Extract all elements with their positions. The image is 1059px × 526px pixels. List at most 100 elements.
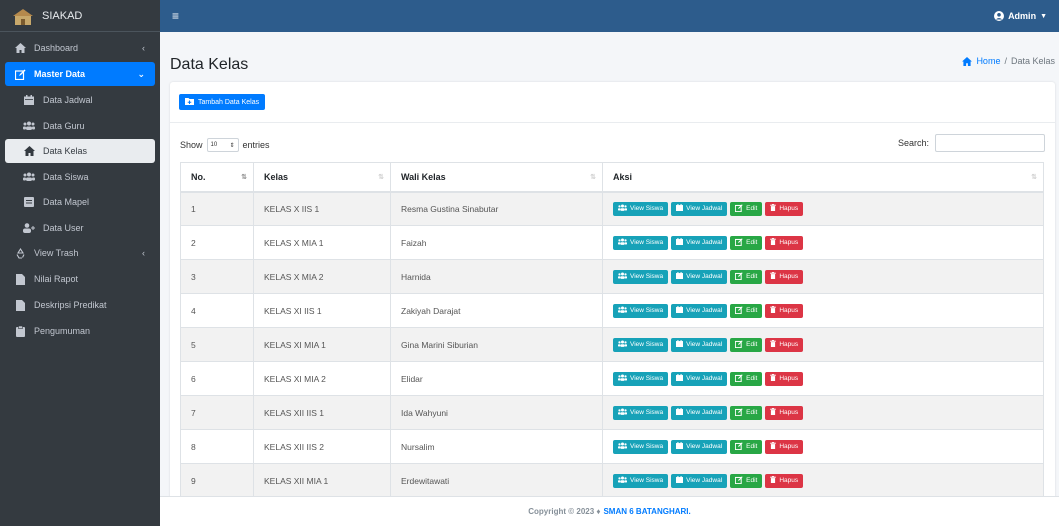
hapus-button[interactable]: Hapus: [765, 337, 804, 352]
search-input[interactable]: [935, 134, 1045, 152]
column-header-kelas[interactable]: Kelas ⇅: [253, 162, 391, 193]
hapus-button[interactable]: Hapus: [765, 473, 804, 488]
breadcrumb-separator: /: [1004, 56, 1007, 66]
view-siswa-button[interactable]: View Siswa: [613, 337, 669, 352]
view-siswa-button[interactable]: View Siswa: [613, 473, 669, 488]
sidebar-item-label: Data Mapel: [43, 197, 90, 207]
view-jadwal-button[interactable]: View Jadwal: [671, 201, 728, 216]
hapus-button[interactable]: Hapus: [765, 269, 804, 284]
home-icon: [14, 42, 26, 54]
sidebar-item-deskripsi-predikat[interactable]: Deskripsi Predikat: [5, 293, 155, 317]
view-siswa-button[interactable]: View Siswa: [613, 371, 669, 386]
cell-wali-kelas: Nursalim: [390, 429, 603, 464]
row-actions: View Siswa View Jadwal Edit Hapus: [613, 269, 1033, 284]
hapus-button[interactable]: Hapus: [765, 303, 804, 318]
view-siswa-button[interactable]: View Siswa: [613, 235, 669, 250]
home-icon: [23, 145, 35, 157]
sidebar-item-data-mapel[interactable]: Data Mapel: [5, 190, 155, 214]
edit-button[interactable]: Edit: [730, 371, 763, 386]
sidebar-item-data-kelas[interactable]: Data Kelas: [5, 139, 155, 163]
cell-wali-kelas: Ida Wahyuni: [390, 395, 603, 430]
edit-button[interactable]: Edit: [730, 235, 763, 250]
sidebar-item-master-data[interactable]: Master Data ⌄: [5, 62, 155, 86]
sidebar-item-pengumuman[interactable]: Pengumuman: [5, 319, 155, 343]
sidebar-item-data-guru[interactable]: Data Guru: [5, 114, 155, 138]
view-siswa-button[interactable]: View Siswa: [613, 303, 669, 318]
column-header-no[interactable]: No. ⇅: [180, 162, 254, 193]
brand[interactable]: SIAKAD: [0, 0, 160, 32]
hapus-button[interactable]: Hapus: [765, 439, 804, 454]
chevron-left-icon: ‹: [142, 43, 145, 53]
edit-icon: [734, 407, 743, 418]
view-jadwal-button[interactable]: View Jadwal: [671, 439, 728, 454]
user-menu[interactable]: Admin ▼: [994, 11, 1047, 21]
users-icon: [618, 238, 627, 247]
breadcrumb-home[interactable]: Home: [962, 56, 1000, 66]
sidebar-item-nilai-rapot[interactable]: Nilai Rapot: [5, 267, 155, 291]
edit-icon: [734, 237, 743, 248]
view-siswa-label: View Siswa: [630, 375, 664, 382]
edit-icon: [14, 68, 26, 80]
footer-school-link[interactable]: SMAN 6 BATANGHARI.: [603, 507, 690, 516]
row-actions: View Siswa View Jadwal Edit Hapus: [613, 405, 1033, 420]
page-title: Data Kelas: [170, 56, 249, 73]
book-icon: [23, 196, 35, 208]
cell-no: 6: [180, 361, 254, 396]
users-icon: [618, 408, 627, 417]
sidebar-item-dashboard[interactable]: Dashboard ‹: [5, 36, 155, 60]
view-siswa-label: View Siswa: [630, 307, 664, 314]
view-siswa-button[interactable]: View Siswa: [613, 405, 669, 420]
view-jadwal-button[interactable]: View Jadwal: [671, 371, 728, 386]
entries-select[interactable]: 10 ⇕: [206, 138, 239, 152]
hapus-button[interactable]: Hapus: [765, 405, 804, 420]
sidebar-item-view-trash[interactable]: View Trash ‹: [5, 241, 155, 265]
trash-icon: [770, 340, 777, 349]
view-jadwal-button[interactable]: View Jadwal: [671, 337, 728, 352]
edit-button[interactable]: Edit: [730, 337, 763, 352]
users-icon: [618, 476, 627, 485]
edit-button[interactable]: Edit: [730, 439, 763, 454]
trash-icon: [770, 408, 777, 417]
users-icon: [618, 272, 627, 281]
cell-wali-kelas: Zakiyah Darajat: [390, 293, 603, 328]
view-jadwal-label: View Jadwal: [686, 443, 723, 450]
view-siswa-button[interactable]: View Siswa: [613, 269, 669, 284]
view-jadwal-button[interactable]: View Jadwal: [671, 269, 728, 284]
hapus-button[interactable]: Hapus: [765, 201, 804, 216]
edit-button[interactable]: Edit: [730, 201, 763, 216]
add-kelas-button[interactable]: Tambah Data Kelas: [179, 94, 266, 110]
column-header-wali-kelas[interactable]: Wali Kelas ⇅: [390, 162, 603, 193]
edit-button[interactable]: Edit: [730, 473, 763, 488]
sidebar-item-data-jadwal[interactable]: Data Jadwal: [5, 88, 155, 112]
view-jadwal-label: View Jadwal: [686, 375, 723, 382]
cell-kelas: KELAS X MIA 1: [253, 225, 391, 260]
cell-aksi: View Siswa View Jadwal Edit Hapus: [602, 327, 1044, 362]
view-jadwal-button[interactable]: View Jadwal: [671, 473, 728, 488]
sidebar-item-data-user[interactable]: Data User: [5, 216, 155, 240]
sidebar-item-label: Data Jadwal: [43, 95, 93, 105]
sidebar-item-data-siswa[interactable]: Data Siswa: [5, 165, 155, 189]
menu-toggle-icon[interactable]: ≡: [172, 9, 179, 23]
view-siswa-label: View Siswa: [630, 239, 664, 246]
users-icon: [23, 171, 35, 183]
trash-icon: [770, 306, 777, 315]
view-jadwal-button[interactable]: View Jadwal: [671, 235, 728, 250]
hapus-button[interactable]: Hapus: [765, 371, 804, 386]
cell-aksi: View Siswa View Jadwal Edit Hapus: [602, 293, 1044, 328]
column-header-aksi[interactable]: Aksi ⇅: [602, 162, 1044, 193]
view-siswa-button[interactable]: View Siswa: [613, 201, 669, 216]
view-jadwal-button[interactable]: View Jadwal: [671, 405, 728, 420]
calendar-icon: [676, 340, 684, 349]
edit-button[interactable]: Edit: [730, 303, 763, 318]
view-jadwal-button[interactable]: View Jadwal: [671, 303, 728, 318]
view-siswa-button[interactable]: View Siswa: [613, 439, 669, 454]
edit-label: Edit: [746, 205, 758, 213]
trash-icon: [770, 238, 777, 247]
cell-no: 7: [180, 395, 254, 430]
row-actions: View Siswa View Jadwal Edit Hapus: [613, 201, 1033, 216]
cell-kelas: KELAS X IIS 1: [253, 191, 391, 226]
cell-wali-kelas: Elidar: [390, 361, 603, 396]
edit-button[interactable]: Edit: [730, 269, 763, 284]
edit-button[interactable]: Edit: [730, 405, 763, 420]
hapus-button[interactable]: Hapus: [765, 235, 804, 250]
